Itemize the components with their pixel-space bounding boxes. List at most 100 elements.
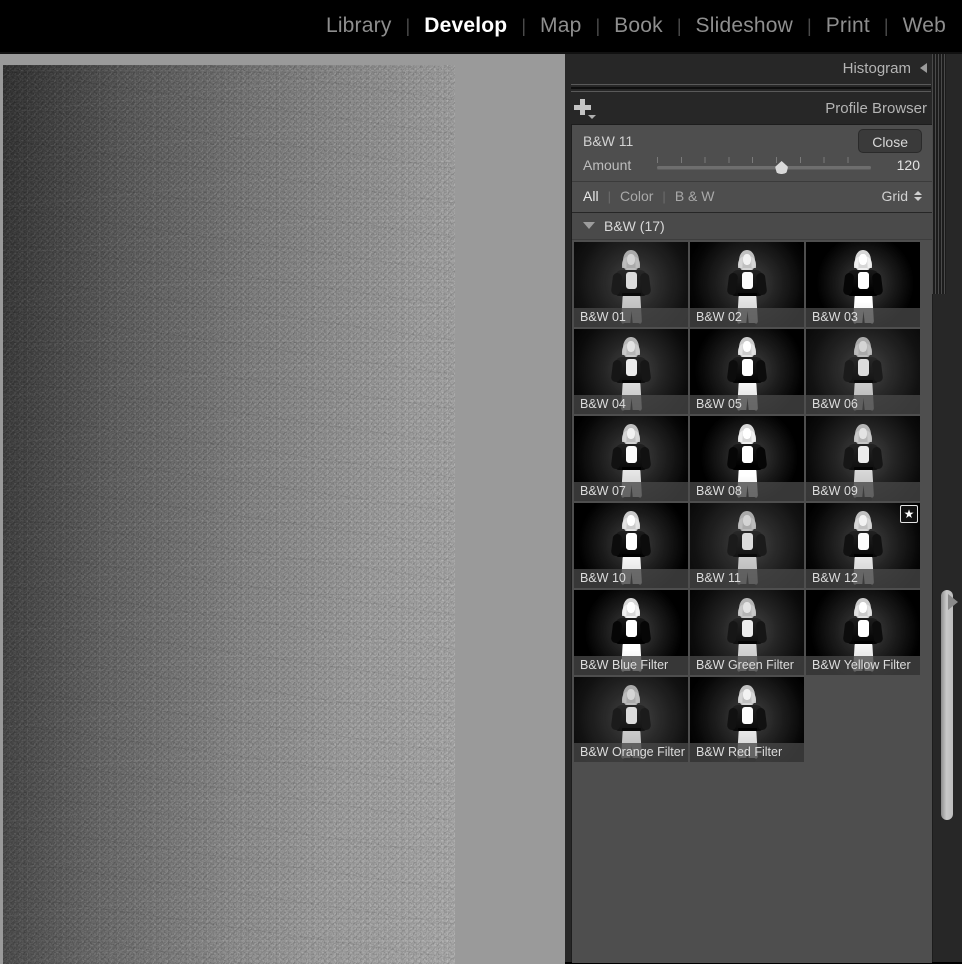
triangle-right-icon[interactable] <box>948 594 958 610</box>
triangle-down-icon[interactable] <box>583 222 595 229</box>
module-tab-map[interactable]: Map <box>526 0 595 52</box>
profile-grid-scroll[interactable]: B&W 01 B&W 02 B&W 03 B&W 04 B&W 05 B&W 06 B&W … <box>572 240 932 963</box>
view-mode-selector[interactable]: Grid <box>882 188 922 204</box>
figure-part-face <box>859 601 867 613</box>
histogram-title: Histogram <box>842 59 911 77</box>
figure-part-sleever <box>755 359 768 383</box>
profile-thumbnail[interactable]: B&W 07 <box>574 416 688 501</box>
profile-thumbnail-label: B&W 06 <box>806 395 920 414</box>
amount-slider[interactable] <box>657 157 871 175</box>
figure-part-shirt <box>626 445 637 463</box>
divider-1 <box>571 84 931 85</box>
triangle-left-icon[interactable] <box>920 63 927 73</box>
amount-slider-row: Amount 120 <box>572 153 932 179</box>
figure-part-sleever <box>639 272 652 296</box>
profile-thumbnail[interactable]: B&W 11 <box>690 503 804 588</box>
profile-thumbnail[interactable]: B&W 06 <box>806 329 920 414</box>
divider-2 <box>571 87 931 89</box>
star-icon[interactable]: ★ <box>900 505 918 523</box>
profile-thumbnail-label: B&W 10 <box>574 569 688 588</box>
profile-thumbnail[interactable]: B&W 02 <box>690 242 804 327</box>
figure-part-sleever <box>755 620 768 644</box>
profile-thumbnail-label: B&W Blue Filter <box>574 656 688 675</box>
figure-part-face <box>859 253 867 265</box>
image-preview-area[interactable] <box>0 52 565 964</box>
figure-part-shirt <box>742 619 753 637</box>
figure-part-shirt <box>858 358 869 376</box>
module-tab-slideshow[interactable]: Slideshow <box>682 0 808 52</box>
module-tab-library[interactable]: Library <box>312 0 406 52</box>
filter-separator: | <box>662 188 666 204</box>
profile-thumbnail-label: B&W 08 <box>690 482 804 501</box>
profile-thumbnail[interactable]: B&W 12 ★ <box>806 503 920 588</box>
profile-thumbnail[interactable]: B&W 09 <box>806 416 920 501</box>
figure-part-face <box>627 253 635 265</box>
filter-tab-all[interactable]: All <box>583 188 599 204</box>
figure-part-sleever <box>755 707 768 731</box>
profile-thumbnail-label: B&W Red Filter <box>690 743 804 762</box>
profile-group-header[interactable]: B&W (17) <box>572 213 932 240</box>
profile-thumbnail-label: B&W 12 <box>806 569 920 588</box>
profile-thumbnail[interactable]: B&W 04 <box>574 329 688 414</box>
figure-part-sleever <box>871 359 884 383</box>
figure-part-sleever <box>755 272 768 296</box>
figure-part-sleever <box>871 533 884 557</box>
figure-part-shirt <box>858 271 869 289</box>
figure-part-shirt <box>626 532 637 550</box>
figure-part-shirt <box>858 445 869 463</box>
profile-filter-tabs: All | Color | B & W <box>583 188 714 204</box>
histogram-panel-header[interactable]: Histogram <box>565 54 935 82</box>
profile-thumbnail-label: B&W 02 <box>690 308 804 327</box>
profile-thumbnail-label: B&W 03 <box>806 308 920 327</box>
figure-part-shirt <box>626 358 637 376</box>
figure-part-face <box>627 427 635 439</box>
profile-thumbnail[interactable]: B&W Green Filter <box>690 590 804 675</box>
module-tab-book[interactable]: Book <box>600 0 677 52</box>
profile-thumbnail[interactable]: B&W 08 <box>690 416 804 501</box>
module-tab-web[interactable]: Web <box>889 0 960 52</box>
profile-thumbnail-label: B&W 09 <box>806 482 920 501</box>
figure-part-face <box>627 514 635 526</box>
figure-part-face <box>743 253 751 265</box>
profile-thumbnail[interactable]: B&W 10 <box>574 503 688 588</box>
slider-track[interactable] <box>657 166 871 169</box>
profile-thumbnail[interactable]: B&W 05 <box>690 329 804 414</box>
filter-separator: | <box>607 188 611 204</box>
profile-thumbnail[interactable]: B&W 01 <box>574 242 688 327</box>
plus-dropdown-icon[interactable] <box>573 98 596 119</box>
profile-thumbnail[interactable]: B&W 03 <box>806 242 920 327</box>
right-panel: Histogram Profile Browser B&W 11 Close A… <box>565 52 962 963</box>
figure-part-shirt <box>858 619 869 637</box>
module-tab-develop[interactable]: Develop <box>410 0 521 52</box>
figure-part-sleever <box>871 620 884 644</box>
figure-part-face <box>627 340 635 352</box>
figure-part-face <box>743 688 751 700</box>
amount-value[interactable]: 120 <box>897 157 920 173</box>
figure-part-face <box>859 427 867 439</box>
filter-tab-color[interactable]: Color <box>620 188 653 204</box>
profile-thumbnail-label: B&W Green Filter <box>690 656 804 675</box>
filter-tab-bbww[interactable]: B & W <box>675 188 715 204</box>
profile-thumbnail[interactable]: B&W Yellow Filter <box>806 590 920 675</box>
figure-part-face <box>743 601 751 613</box>
profile-thumbnail[interactable]: B&W Orange Filter <box>574 677 688 762</box>
figure-part-shirt <box>742 271 753 289</box>
preview-vignette <box>3 65 455 964</box>
figure-part-face <box>627 601 635 613</box>
module-tab-print[interactable]: Print <box>812 0 884 52</box>
module-picker-bar: Library | Develop | Map | Book | Slideshow | Print… <box>0 0 962 52</box>
amount-label: Amount <box>583 157 632 173</box>
profile-browser-header: Profile Browser <box>565 94 935 122</box>
selected-profile-name: B&W 11 <box>583 133 634 149</box>
profile-thumbnail[interactable]: B&W Red Filter <box>690 677 804 762</box>
profile-thumbnail[interactable]: B&W Blue Filter <box>574 590 688 675</box>
close-button[interactable]: Close <box>858 129 922 153</box>
figure-part-sleever <box>755 446 768 470</box>
selected-profile-strip: B&W 11 Close Amount 120 <box>572 125 932 182</box>
profile-thumbnail-label: B&W 07 <box>574 482 688 501</box>
photo-preview[interactable] <box>3 65 455 964</box>
figure-part-sleever <box>871 272 884 296</box>
scrollbar-thumb[interactable] <box>941 590 953 820</box>
figure-part-shirt <box>626 271 637 289</box>
figure-part-shirt <box>742 445 753 463</box>
